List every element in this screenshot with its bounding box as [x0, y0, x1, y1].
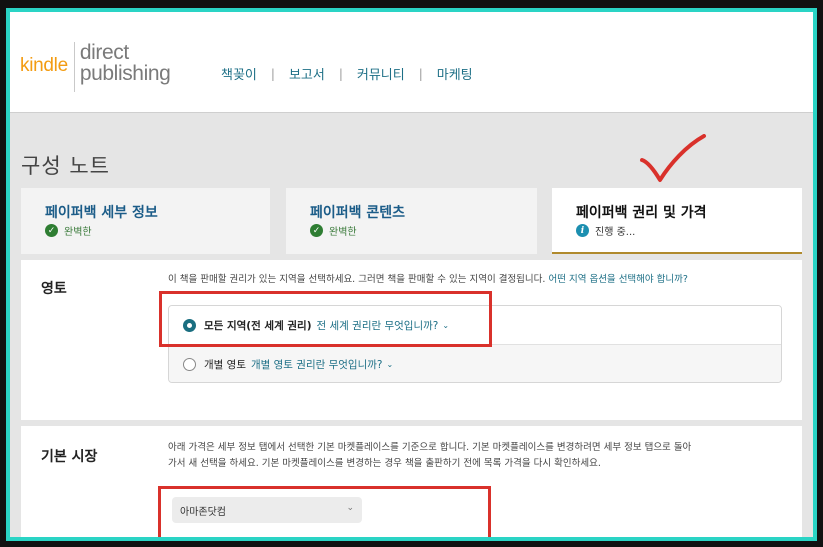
territory-label: 영토: [41, 281, 67, 297]
marketplace-description-line1: 아래 가격은 세부 정보 탭에서 선택한 기본 마켓플레이스를 기준으로 합니다…: [168, 442, 692, 453]
tab-title: 페이퍼백 콘텐츠: [310, 205, 406, 221]
nav-separator: |: [270, 66, 275, 81]
red-highlight-box: [158, 486, 491, 537]
tab-status: i 진행 중...: [576, 223, 635, 238]
red-highlight-box: [159, 291, 492, 347]
nav-separator: |: [338, 66, 343, 81]
tab-status: ✓ 완벽한: [310, 223, 357, 238]
chevron-down-icon[interactable]: ⌄: [387, 360, 394, 369]
radio-button[interactable]: [183, 358, 196, 371]
logo-kindle-text: kindle: [20, 55, 68, 76]
territory-description-text: 이 책을 판매할 권리가 있는 지역을 선택하세요. 그러면 책을 판매할 수 …: [168, 274, 546, 285]
main-nav: 책꽂이 | 보고서 | 커뮤니티 | 마케팅: [221, 64, 473, 84]
logo-direct-publishing: direct publishing: [80, 42, 171, 84]
tab-status-text: 완벽한: [64, 227, 92, 238]
logo-publishing-text: publishing: [79, 62, 171, 85]
check-circle-icon: ✓: [45, 224, 58, 237]
territory-section: 영토 이 책을 판매할 권리가 있는 지역을 선택하세요. 그러면 책을 판매할…: [21, 260, 802, 420]
kdp-logo[interactable]: kindle direct publishing: [20, 42, 171, 94]
radio-individual-territories[interactable]: 개별 영토 개별 영토 권리란 무엇입니까? ⌄: [169, 345, 781, 382]
info-icon: i: [576, 224, 589, 237]
logo-divider: [73, 42, 75, 92]
tab-paperback-content[interactable]: 페이퍼백 콘텐츠 ✓ 완벽한: [286, 188, 537, 254]
primary-marketplace-section: 기본 시장 아래 가격은 세부 정보 탭에서 선택한 기본 마켓플레이스를 기준…: [21, 426, 802, 537]
screenshot-frame: kindle direct publishing 책꽂이 | 보고서 | 커뮤니…: [6, 8, 817, 541]
check-circle-icon: ✓: [310, 224, 323, 237]
tab-paperback-rights-pricing[interactable]: 페이퍼백 권리 및 가격 i 진행 중...: [552, 188, 802, 254]
marketplace-label: 기본 시장: [41, 449, 98, 465]
nav-bookshelf[interactable]: 책꽂이: [221, 64, 257, 83]
individual-rights-link[interactable]: 개별 영토 권리란 무엇입니까?: [251, 357, 383, 372]
marketplace-description: 아래 가격은 세부 정보 탭에서 선택한 기본 마켓플레이스를 기준으로 합니다…: [168, 440, 788, 472]
territory-help-link[interactable]: 어떤 지역 옵션을 선택해야 합니까?: [548, 274, 687, 285]
tab-status: ✓ 완벽한: [45, 223, 92, 238]
marketplace-description-line2: 가서 새 선택을 하세요. 기본 마켓플레이스를 변경하는 경우 책을 출판하기…: [168, 458, 601, 469]
red-checkmark-annotation: [640, 134, 706, 182]
territory-description: 이 책을 판매할 권리가 있는 지역을 선택하세요. 그러면 책을 판매할 수 …: [168, 272, 788, 288]
tab-status-text: 완벽한: [329, 227, 357, 238]
radio-label: 개별 영토: [204, 359, 246, 371]
tab-title: 페이퍼백 세부 정보: [45, 205, 158, 221]
nav-marketing[interactable]: 마케팅: [437, 64, 473, 83]
tab-paperback-details[interactable]: 페이퍼백 세부 정보 ✓ 완벽한: [21, 188, 270, 254]
tab-title: 페이퍼백 권리 및 가격: [576, 205, 707, 221]
site-header: kindle direct publishing 책꽂이 | 보고서 | 커뮤니…: [10, 12, 813, 113]
nav-community[interactable]: 커뮤니티: [357, 64, 405, 83]
nav-separator: |: [418, 66, 423, 81]
tab-status-text: 진행 중...: [595, 227, 636, 238]
page-title: 구성 노트: [21, 154, 110, 178]
nav-reports[interactable]: 보고서: [289, 64, 325, 83]
logo-direct-text: direct: [79, 41, 129, 64]
